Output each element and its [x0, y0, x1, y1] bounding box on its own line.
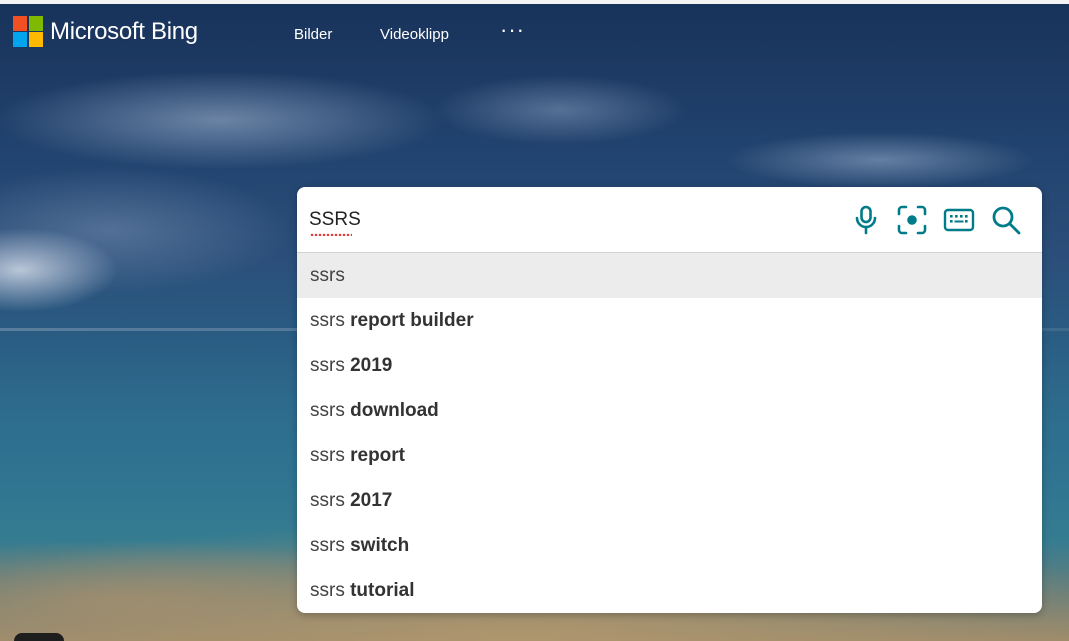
spellcheck-underline: [310, 232, 352, 236]
nav-images-link[interactable]: Bilder: [294, 26, 332, 43]
search-row: [297, 187, 1042, 253]
more-menu-button[interactable]: ···: [500, 19, 525, 41]
corner-button[interactable]: [14, 633, 64, 641]
keyboard-icon[interactable]: [942, 203, 976, 237]
top-border: [0, 0, 1069, 4]
suggestion-item[interactable]: ssrs 2017: [297, 478, 1042, 523]
suggestion-item[interactable]: ssrs: [297, 253, 1042, 298]
search-box: ssrs ssrs report builder ssrs 2019 ssrs …: [297, 187, 1042, 613]
nav-videos-link[interactable]: Videoklipp: [380, 26, 449, 43]
brand-name[interactable]: Microsoft Bing: [50, 18, 198, 46]
suggestion-item[interactable]: ssrs 2019: [297, 343, 1042, 388]
suggestion-item[interactable]: ssrs report: [297, 433, 1042, 478]
visual-search-icon[interactable]: [895, 203, 929, 237]
suggestion-list: ssrs ssrs report builder ssrs 2019 ssrs …: [297, 253, 1042, 613]
suggestion-item[interactable]: ssrs report builder: [297, 298, 1042, 343]
microphone-icon[interactable]: [849, 203, 883, 237]
suggestion-item[interactable]: ssrs download: [297, 388, 1042, 433]
search-input[interactable]: [309, 207, 829, 233]
header: Microsoft Bing Bilder Videoklipp ···: [0, 4, 1069, 64]
microsoft-logo-icon[interactable]: [13, 16, 43, 47]
suggestion-item[interactable]: ssrs switch: [297, 523, 1042, 568]
suggestion-item[interactable]: ssrs tutorial: [297, 568, 1042, 613]
search-icon[interactable]: [989, 203, 1023, 237]
